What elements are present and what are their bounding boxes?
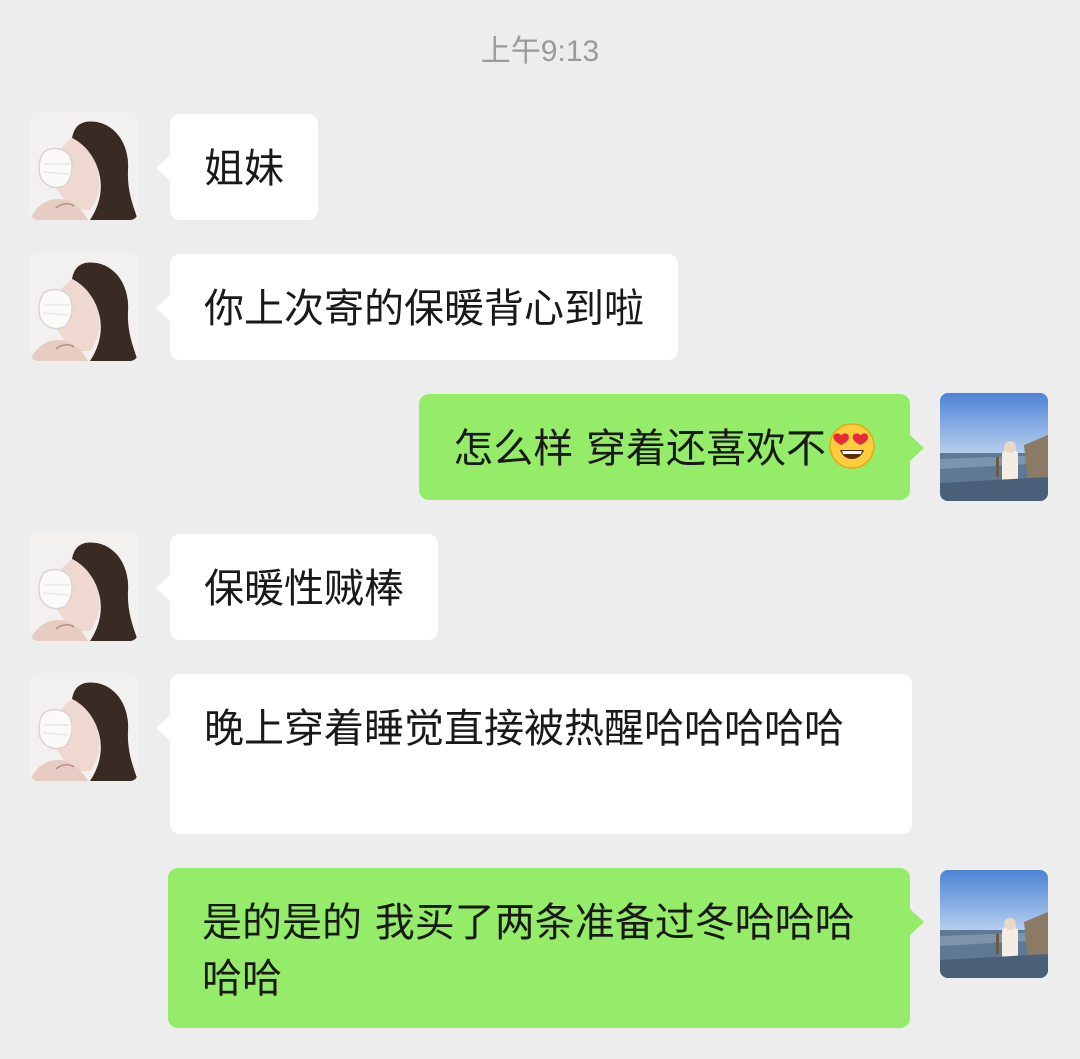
seaside-photo-icon (940, 393, 1048, 501)
self-avatar[interactable] (940, 870, 1048, 978)
timestamp: 上午9:13 (480, 35, 600, 68)
incoming-message[interactable]: 你上次寄的保暖背心到啦 (156, 254, 678, 360)
outgoing-message[interactable]: 是的是的 我买了两条准备过冬哈哈哈哈哈 (168, 868, 924, 1028)
contact-avatar[interactable] (30, 253, 138, 361)
woman-profile-icon (30, 112, 138, 220)
heart-eyes-emoji-icon (828, 422, 876, 470)
message-text: 是的是的 我买了两条准备过冬哈哈哈哈哈 (202, 900, 855, 1002)
woman-profile-icon (30, 253, 138, 361)
contact-avatar[interactable] (30, 533, 138, 641)
woman-profile-icon (30, 533, 138, 641)
contact-avatar[interactable] (30, 673, 138, 781)
incoming-message[interactable]: 姐妹 (156, 114, 318, 220)
self-avatar[interactable] (940, 393, 1048, 501)
contact-avatar[interactable] (30, 112, 138, 220)
message-text: 晚上穿着睡觉直接被热醒哈哈哈哈哈 (204, 706, 844, 752)
seaside-photo-icon (940, 870, 1048, 978)
message-text: 保暖性贼棒 (204, 566, 404, 612)
incoming-message[interactable]: 晚上穿着睡觉直接被热醒哈哈哈哈哈 (156, 674, 912, 834)
message-text: 姐妹 (204, 146, 284, 192)
woman-profile-icon (30, 673, 138, 781)
message-text: 怎么样 穿着还喜欢不 (453, 426, 826, 472)
outgoing-message[interactable]: 怎么样 穿着还喜欢不 (419, 394, 924, 500)
message-text: 你上次寄的保暖背心到啦 (204, 286, 644, 332)
incoming-message[interactable]: 保暖性贼棒 (156, 534, 438, 640)
